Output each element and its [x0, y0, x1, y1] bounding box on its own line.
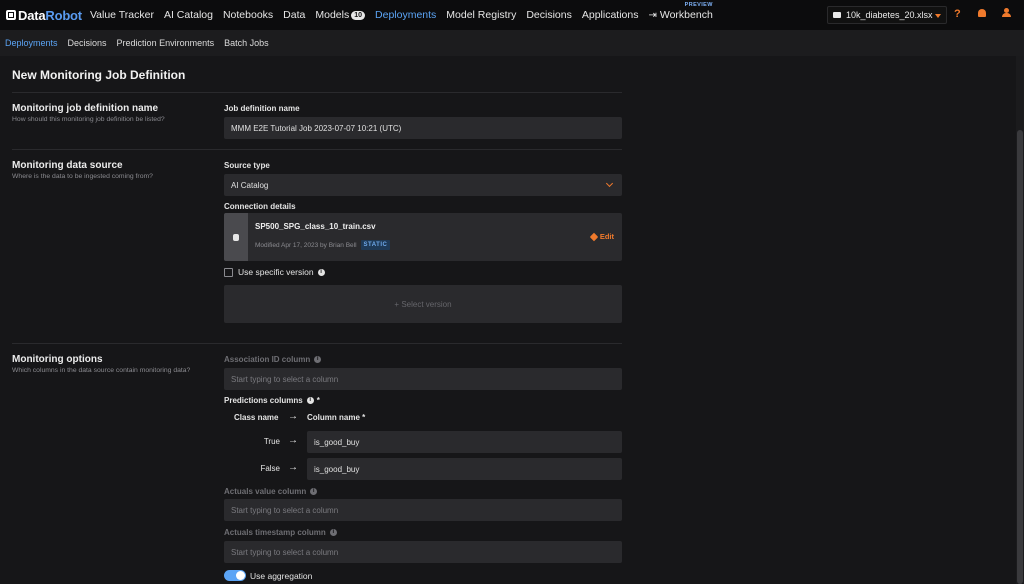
database-icon — [233, 233, 239, 241]
required-star: * — [316, 396, 320, 405]
actuals-value-input[interactable]: Start typing to select a column — [224, 499, 622, 521]
class-label-true: True — [263, 437, 280, 446]
sub-navigation-bar: Deployments Decisions Prediction Environ… — [0, 30, 1024, 56]
use-specific-version-label: Use specific version — [238, 267, 314, 277]
association-id-label-text: Association ID column — [224, 355, 311, 364]
use-aggregation-toggle[interactable] — [224, 570, 246, 581]
main-content: New Monitoring Job Definition Monitoring… — [0, 56, 1016, 584]
vertical-scrollbar[interactable] — [1016, 56, 1024, 584]
column-name-header: Column name * — [307, 413, 366, 422]
source-type-label: Source type — [224, 161, 270, 170]
predictions-columns-label: Predictions columns i * — [224, 396, 320, 405]
association-id-label: Association ID column i — [224, 355, 322, 364]
brand-suffix: Robot — [45, 7, 82, 23]
subnav-prediction-environments[interactable]: Prediction Environments — [117, 38, 215, 48]
info-icon[interactable]: i — [314, 356, 322, 363]
info-icon[interactable]: i — [310, 488, 318, 495]
info-icon[interactable]: i — [306, 397, 314, 404]
arrow-right-icon: → — [288, 411, 298, 422]
chevron-down-icon — [605, 179, 614, 188]
actuals-value-label-text: Actuals value column — [224, 487, 307, 496]
use-specific-version-checkbox[interactable] — [224, 267, 233, 277]
user-account-icon[interactable] — [1002, 8, 1011, 18]
connection-details-label: Connection details — [224, 202, 296, 211]
connection-details-card: SP500_SPG_class_10_train.csv Modified Ap… — [224, 213, 622, 261]
arrow-right-icon: → — [288, 435, 298, 446]
use-specific-version-row: Use specific version i — [224, 267, 325, 277]
nav-item-deployments[interactable]: Deployments — [375, 9, 436, 21]
connection-icon-panel — [224, 213, 248, 261]
nav-item-decisions[interactable]: Decisions — [526, 9, 572, 21]
workbench-enter-icon: ⇥ — [648, 9, 657, 21]
divider — [12, 92, 622, 93]
section-subtitle-name: How should this monitoring job definitio… — [12, 116, 165, 123]
page-title: New Monitoring Job Definition — [12, 68, 186, 82]
brand-prefix: Data — [18, 7, 46, 23]
nav-item-models-label: Models — [315, 9, 350, 21]
source-type-value: AI Catalog — [231, 180, 269, 190]
scrollbar-thumb[interactable] — [1017, 130, 1023, 584]
info-icon[interactable]: i — [317, 268, 325, 276]
nav-item-data[interactable]: Data — [283, 9, 305, 21]
section-subtitle-data-source: Where is the data to be ingested coming … — [12, 173, 153, 180]
select-version-button[interactable]: + Select version — [394, 300, 451, 309]
actuals-timestamp-label: Actuals timestamp column i — [224, 528, 337, 537]
file-selector[interactable]: 10k_diabetes_20.xlsx — [827, 6, 947, 24]
datarobot-logo[interactable]: Data Robot — [6, 8, 82, 23]
edit-connection-button[interactable]: Edit — [589, 232, 614, 241]
file-name: 10k_diabetes_20.xlsx — [846, 10, 933, 20]
nav-item-models[interactable]: Models 10 — [315, 9, 366, 21]
folder-icon — [833, 12, 841, 18]
nav-item-model-registry[interactable]: Model Registry — [446, 9, 516, 21]
connection-meta: Modified Apr 17, 2023 by Brian Bell STAT… — [255, 240, 391, 250]
nav-item-ai-catalog[interactable]: AI Catalog — [164, 9, 213, 21]
subnav-deployments[interactable]: Deployments — [5, 38, 58, 48]
association-id-input[interactable]: Start typing to select a column — [224, 368, 622, 390]
job-definition-name-label: Job definition name — [224, 104, 300, 113]
section-title-data-source: Monitoring data source — [12, 160, 123, 171]
divider — [12, 343, 622, 344]
source-type-select[interactable]: AI Catalog — [224, 174, 622, 196]
class-name-header: Class name — [234, 413, 279, 422]
top-navigation-bar: Data Robot Value Tracker AI Catalog Noteb… — [0, 0, 1024, 30]
use-aggregation-label: Use aggregation — [250, 570, 313, 581]
models-count-badge: 10 — [351, 10, 366, 20]
predictions-columns-label-text: Predictions columns — [224, 396, 303, 405]
toggle-knob — [236, 571, 245, 580]
info-icon[interactable]: i — [329, 529, 337, 536]
column-input-true[interactable]: is_good_buy — [307, 431, 622, 453]
help-icon[interactable]: ? — [954, 8, 961, 20]
static-badge: STATIC — [360, 240, 391, 250]
nav-item-applications[interactable]: Applications — [582, 9, 639, 21]
nav-item-value-tracker[interactable]: Value Tracker — [90, 9, 154, 21]
actuals-timestamp-label-text: Actuals timestamp column — [224, 528, 326, 537]
job-definition-name-input[interactable]: MMM E2E Tutorial Job 2023-07-07 10:21 (U… — [224, 117, 622, 139]
logo-icon — [6, 10, 16, 20]
user-body — [1002, 13, 1011, 17]
connection-dataset-name: SP500_SPG_class_10_train.csv — [255, 222, 376, 231]
section-title-name: Monitoring job definition name — [12, 103, 159, 114]
notifications-bell-icon[interactable] — [978, 9, 986, 17]
actuals-timestamp-input[interactable]: Start typing to select a column — [224, 541, 622, 563]
subnav-batch-jobs[interactable]: Batch Jobs — [224, 38, 269, 48]
section-subtitle-monitoring-options: Which columns in the data source contain… — [12, 367, 191, 374]
arrow-right-icon: → — [288, 462, 298, 473]
nav-item-workbench[interactable]: ⇥ Workbench PREVIEW — [648, 2, 713, 21]
workbench-label: Workbench — [659, 9, 713, 21]
connection-modified-text: Modified Apr 17, 2023 by Brian Bell — [255, 241, 357, 249]
pencil-icon — [589, 232, 599, 241]
edit-label: Edit — [599, 232, 614, 241]
section-title-monitoring-options: Monitoring options — [12, 354, 103, 365]
caret-down-icon — [935, 14, 941, 18]
preview-tag: PREVIEW — [684, 2, 713, 8]
divider — [12, 149, 622, 150]
select-version-panel: + Select version — [224, 285, 622, 323]
use-aggregation-row: Use aggregation — [224, 570, 312, 581]
actuals-value-label: Actuals value column i — [224, 487, 318, 496]
subnav-decisions[interactable]: Decisions — [68, 38, 107, 48]
column-input-false[interactable]: is_good_buy — [307, 458, 622, 480]
nav-item-notebooks[interactable]: Notebooks — [223, 9, 273, 21]
class-label-false: False — [260, 464, 280, 473]
